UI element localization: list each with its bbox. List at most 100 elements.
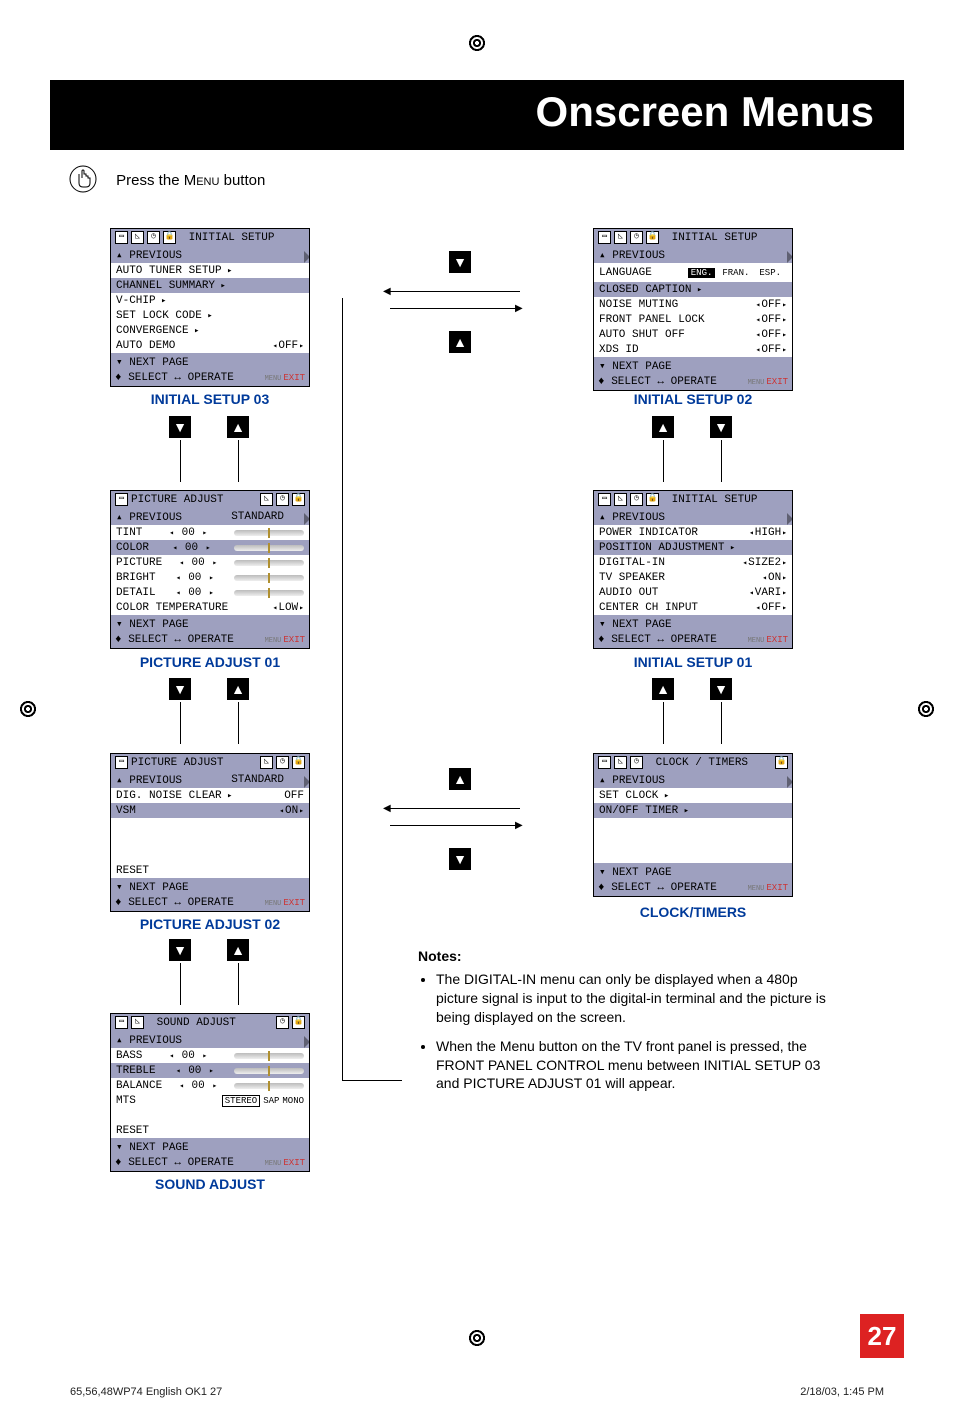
- menu-row: VSMON: [111, 803, 309, 818]
- down-arrow-icon: ▼: [449, 251, 471, 273]
- arrowhead-icon: ▶: [515, 303, 523, 314]
- flow-line: [721, 440, 722, 482]
- menu-row: ▴ PREVIOUS: [594, 246, 792, 263]
- registration-mark-icon: [18, 699, 38, 719]
- lock-icon: 🔒: [646, 493, 659, 506]
- menu-clock-timers: ▭◺◷ CLOCK / TIMERS🔒 ▴ PREVIOUSSET CLOCKO…: [593, 753, 793, 897]
- flow-line: [180, 440, 181, 482]
- arrowhead-icon: ◀: [383, 803, 391, 814]
- down-arrow-icon: ▼: [710, 416, 732, 438]
- menu-picture-adjust-02: ▭PICTURE ADJUST◺◷🔒 ▴ PREVIOUSSTANDARDDIG…: [110, 753, 310, 912]
- caption-picture-adjust-01: PICTURE ADJUST 01: [110, 654, 310, 670]
- clock-icon: ◷: [630, 231, 643, 244]
- flow-line: [390, 291, 520, 292]
- page-number: 27: [860, 1314, 904, 1358]
- flow-line: [390, 825, 520, 826]
- menu-row: ▾ NEXT PAGE: [111, 615, 309, 632]
- up-arrow-icon: ▲: [227, 939, 249, 961]
- registration-mark-icon: [467, 33, 487, 53]
- lock-icon: 🔒: [292, 756, 305, 769]
- clock-icon: ◷: [276, 493, 289, 506]
- note-item: The DIGITAL-IN menu can only be displaye…: [436, 970, 838, 1027]
- menu-row: LANGUAGEENG.FRAN.ESP.: [594, 263, 792, 282]
- menu-row: ▴ PREVIOUSSTANDARD: [111, 508, 309, 525]
- notes-heading: Notes:: [418, 948, 838, 964]
- lock-icon: 🔒: [292, 1016, 305, 1029]
- lock-icon: 🔒: [646, 231, 659, 244]
- menu-row: [111, 848, 309, 863]
- flow-line: [180, 702, 181, 744]
- tab-icon: ◺: [260, 756, 273, 769]
- flow-line: [238, 440, 239, 482]
- menu-row: BRIGHT 00: [111, 570, 309, 585]
- page-title: Onscreen Menus: [50, 88, 904, 136]
- menu-row: ▾ NEXT PAGE: [111, 353, 309, 370]
- arrowhead-icon: ▶: [515, 820, 523, 831]
- up-arrow-icon: ▲: [449, 331, 471, 353]
- up-arrow-icon: ▲: [449, 768, 471, 790]
- up-arrow-icon: ▲: [227, 416, 249, 438]
- tab-icon: ◺: [614, 493, 627, 506]
- menu-row: CENTER CH INPUTOFF: [594, 600, 792, 615]
- menu-row: ▴ PREVIOUS: [594, 508, 792, 525]
- flow-line: [390, 308, 520, 309]
- tab-icon: ▭: [598, 231, 611, 244]
- menu-footer: ♦ SELECT ↔ OPERATEMENUEXIT: [111, 370, 309, 386]
- menu-row: [594, 848, 792, 863]
- menu-row: ▾ NEXT PAGE: [594, 863, 792, 880]
- clock-icon: ◷: [276, 1016, 289, 1029]
- menu-row: MTSSTEREOSAPMONO: [111, 1093, 309, 1108]
- flow-line: [238, 963, 239, 1005]
- menu-title: ▭◺◷🔒 INITIAL SETUP: [111, 229, 309, 246]
- menu-row: SET CLOCK: [594, 788, 792, 803]
- clock-icon: ◷: [276, 756, 289, 769]
- menu-row: AUTO TUNER SETUP: [111, 263, 309, 278]
- tab-icon: ▭: [115, 1016, 128, 1029]
- tab-icon: ▭: [115, 756, 128, 769]
- menu-row: XDS IDOFF: [594, 342, 792, 357]
- clock-icon: ◷: [630, 493, 643, 506]
- footer-left: 65,56,48WP74 English OK1 27: [70, 1386, 222, 1398]
- menu-sound-adjust: ▭◺ SOUND ADJUST◷🔒 ▴ PREVIOUSBASS 00 TREB…: [110, 1013, 310, 1172]
- menu-row: RESET: [111, 1123, 309, 1138]
- menu-row: ▴ PREVIOUS: [111, 246, 309, 263]
- press-hand-icon: [68, 164, 98, 198]
- clock-icon: ◷: [630, 756, 643, 769]
- flow-line: [663, 702, 664, 744]
- menu-row: V-CHIP: [111, 293, 309, 308]
- menu-row: ON/OFF TIMER: [594, 803, 792, 818]
- menu-row: COLOR 00: [111, 540, 309, 555]
- bracket-line: [342, 1080, 402, 1081]
- registration-mark-icon: [916, 699, 936, 719]
- menu-picture-adjust-01: ▭PICTURE ADJUST◺◷🔒 ▴ PREVIOUSSTANDARDTIN…: [110, 490, 310, 649]
- press-menu-instruction: Press the Menu button: [50, 164, 904, 198]
- clock-icon: ◷: [147, 231, 160, 244]
- menu-row: PICTURE 00: [111, 555, 309, 570]
- menu-row: CLOSED CAPTION: [594, 282, 792, 297]
- menu-row: AUTO DEMOOFF: [111, 338, 309, 353]
- menu-row: RESET: [111, 863, 309, 878]
- tab-icon: ◺: [260, 493, 273, 506]
- menu-initial-setup-03: ▭◺◷🔒 INITIAL SETUP ▴ PREVIOUSAUTO TUNER …: [110, 228, 310, 387]
- lock-icon: 🔒: [775, 756, 788, 769]
- header-band: Onscreen Menus: [50, 80, 904, 150]
- menu-row: BALANCE 00: [111, 1078, 309, 1093]
- caption-picture-adjust-02: PICTURE ADJUST 02: [110, 916, 310, 932]
- menu-row: ▴ PREVIOUS: [594, 771, 792, 788]
- down-arrow-icon: ▼: [169, 939, 191, 961]
- flow-line: [390, 808, 520, 809]
- menu-row: [594, 833, 792, 848]
- caption-clock-timers: CLOCK/TIMERS: [593, 904, 793, 920]
- lock-icon: 🔒: [292, 493, 305, 506]
- registration-mark-icon: [467, 1328, 487, 1348]
- menu-row: DIG. NOISE CLEAROFF: [111, 788, 309, 803]
- menu-row: BASS 00: [111, 1048, 309, 1063]
- menu-row: COLOR TEMPERATURELOW: [111, 600, 309, 615]
- down-arrow-icon: ▼: [710, 678, 732, 700]
- menu-row: [111, 833, 309, 848]
- menu-row: [111, 818, 309, 833]
- menu-row: POWER INDICATORHIGH: [594, 525, 792, 540]
- menu-row: CONVERGENCE: [111, 323, 309, 338]
- down-arrow-icon: ▼: [169, 678, 191, 700]
- menu-row: ▴ PREVIOUS: [111, 1031, 309, 1048]
